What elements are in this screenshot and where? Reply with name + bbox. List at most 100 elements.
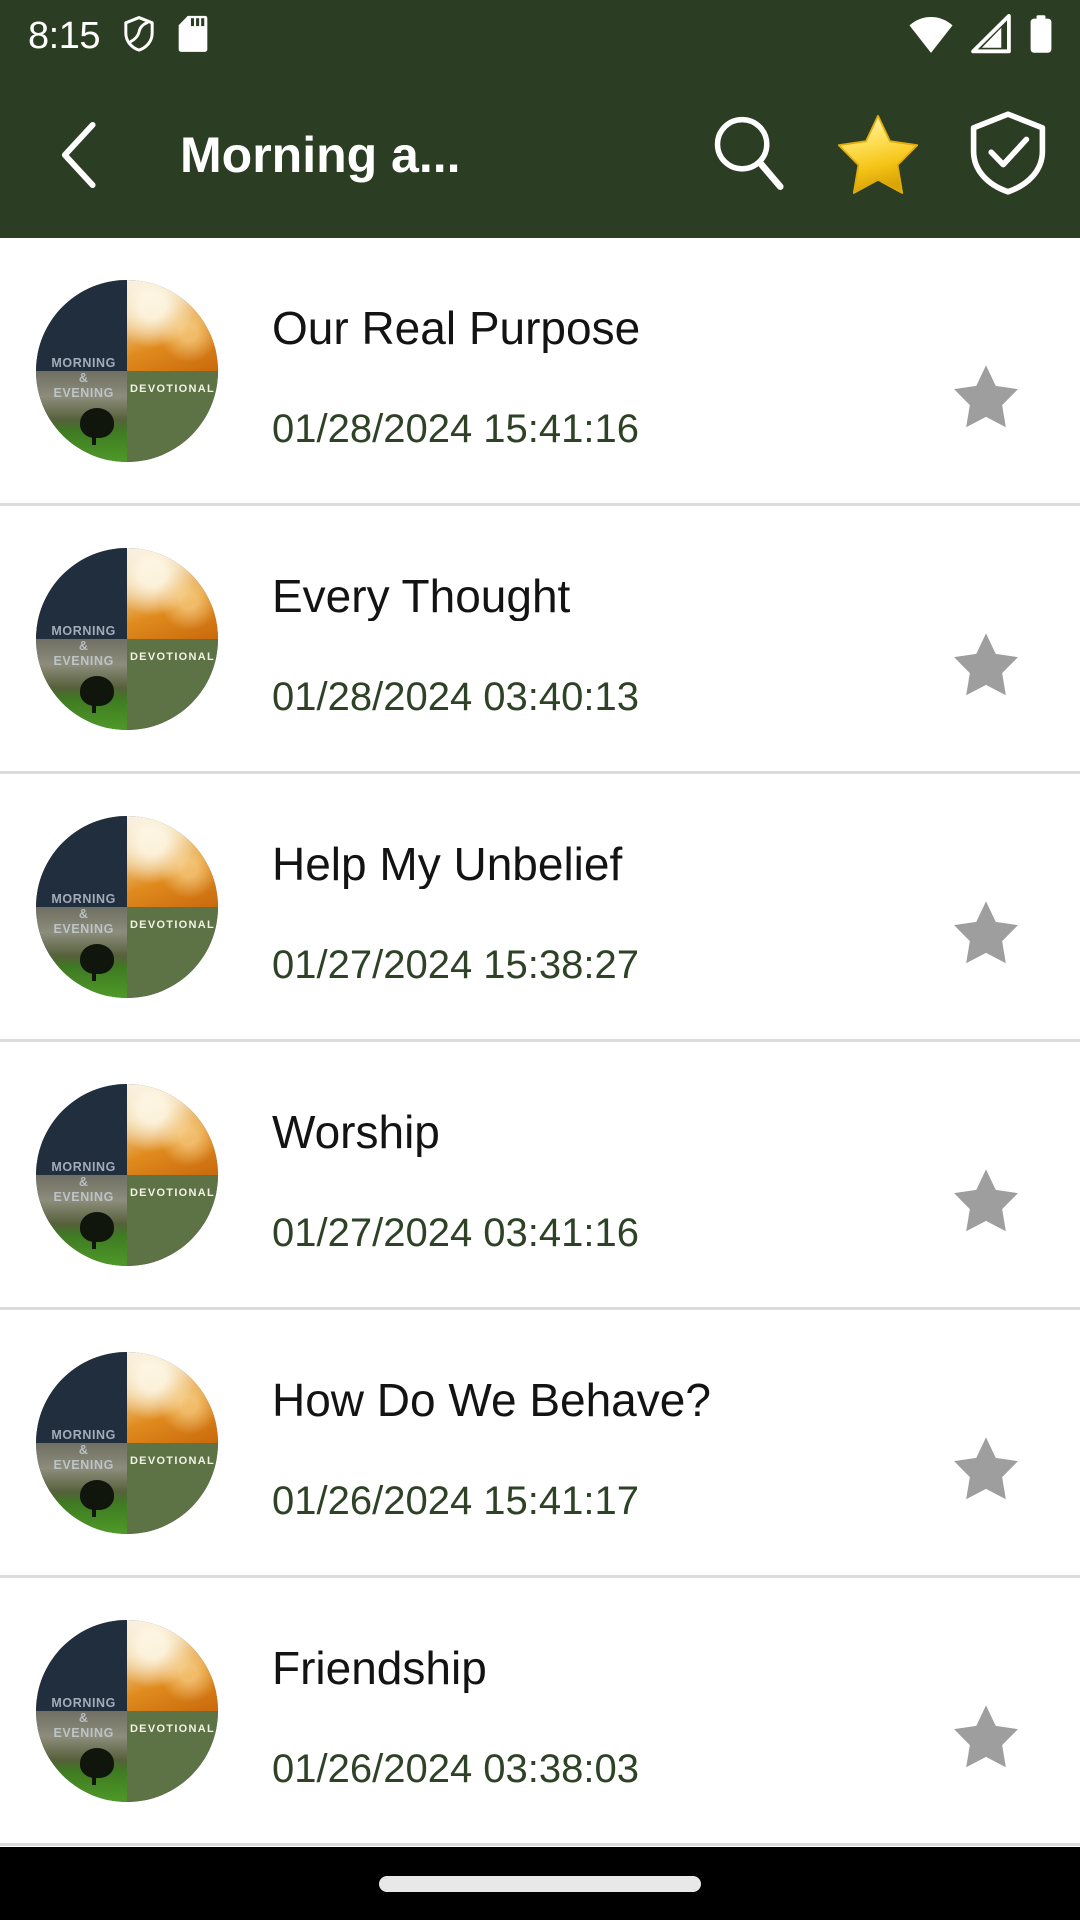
thumb-morning-evening-label: MORNING & EVENING xyxy=(40,624,127,670)
star-outline-icon xyxy=(949,358,1023,437)
thumb-line-evening: EVENING xyxy=(53,386,114,401)
thumb-line-amp: & xyxy=(78,639,89,654)
thumb-devotional-label: DEVOTIONAL xyxy=(129,1723,216,1736)
thumb-tree-trunk-icon xyxy=(91,1237,96,1250)
list-item-date: 01/26/2024 03:38:03 xyxy=(272,1747,640,1792)
list-item-title: Worship xyxy=(272,1106,440,1158)
thumb-line-amp: & xyxy=(78,1443,89,1458)
thumb-devotional-label: DEVOTIONAL xyxy=(129,1455,216,1468)
thumb-tree-trunk-icon xyxy=(91,701,96,714)
star-outline-icon xyxy=(949,1430,1023,1509)
favorites-button[interactable] xyxy=(830,107,926,203)
list-item-favorite-toggle[interactable] xyxy=(938,618,1034,714)
devotional-thumbnail: MORNING & EVENING DEVOTIONAL xyxy=(36,279,218,462)
status-bar-clock: 8:15 xyxy=(28,14,100,57)
devotional-thumbnail: MORNING & EVENING DEVOTIONAL xyxy=(36,547,218,730)
thumb-line-morning: MORNING xyxy=(51,623,116,638)
thumb-line-evening: EVENING xyxy=(53,654,114,669)
thumb-tree-icon xyxy=(79,675,114,706)
back-button[interactable] xyxy=(44,119,116,191)
vpn-shield-icon xyxy=(122,15,156,58)
list-item-favorite-toggle[interactable] xyxy=(938,1154,1034,1250)
status-bar-left: 8:15 xyxy=(28,15,208,58)
toolbar-actions xyxy=(700,107,1056,203)
thumb-line-amp: & xyxy=(78,371,89,386)
list-item[interactable]: MORNING & EVENING DEVOTIONAL Friendship … xyxy=(0,1578,1080,1846)
list-item-date: 01/28/2024 03:40:13 xyxy=(272,675,640,720)
search-button[interactable] xyxy=(700,107,796,203)
thumb-morning-evening-label: MORNING & EVENING xyxy=(40,356,127,402)
list-item[interactable]: MORNING & EVENING DEVOTIONAL Help My Unb… xyxy=(0,774,1080,1042)
thumb-morning-evening-label: MORNING & EVENING xyxy=(40,1696,127,1742)
list-item[interactable]: MORNING & EVENING DEVOTIONAL Every Thoug… xyxy=(0,506,1080,774)
devotional-thumbnail: MORNING & EVENING DEVOTIONAL xyxy=(36,1619,218,1802)
list-item-body: Our Real Purpose 01/28/2024 15:41:16 xyxy=(218,238,938,503)
list-item-body: Friendship 01/26/2024 03:38:03 xyxy=(218,1578,938,1843)
thumb-quadrant-wheat xyxy=(127,279,218,371)
thumb-tree-icon xyxy=(79,943,114,974)
list-item-title: Our Real Purpose xyxy=(272,302,641,354)
status-bar: 8:15 xyxy=(0,0,1080,72)
star-outline-icon xyxy=(949,894,1023,973)
page-title: Morning a... xyxy=(180,127,461,183)
devotional-list[interactable]: MORNING & EVENING DEVOTIONAL Our Real Pu… xyxy=(0,238,1080,1847)
thumb-line-evening: EVENING xyxy=(53,1726,114,1741)
verified-shield-button[interactable] xyxy=(960,107,1056,203)
thumb-line-morning: MORNING xyxy=(51,891,116,906)
favorite-star-icon xyxy=(834,109,922,202)
thumb-morning-evening-label: MORNING & EVENING xyxy=(40,1160,127,1206)
list-item-date: 01/27/2024 15:38:27 xyxy=(272,943,640,988)
thumb-line-morning: MORNING xyxy=(51,1159,116,1174)
thumb-line-amp: & xyxy=(78,907,89,922)
home-gesture-pill[interactable] xyxy=(379,1875,701,1892)
list-item-body: How Do We Behave? 01/26/2024 15:41:17 xyxy=(218,1310,938,1575)
list-item-date: 01/26/2024 15:41:17 xyxy=(272,1479,640,1524)
thumb-line-morning: MORNING xyxy=(51,355,116,370)
list-item-favorite-toggle[interactable] xyxy=(938,350,1034,446)
list-item-date: 01/27/2024 03:41:16 xyxy=(272,1211,640,1256)
sd-card-icon xyxy=(178,15,208,58)
thumb-line-evening: EVENING xyxy=(53,922,114,937)
list-item-title: Help My Unbelief xyxy=(272,838,623,890)
list-item-body: Every Thought 01/28/2024 03:40:13 xyxy=(218,506,938,771)
list-item-body: Worship 01/27/2024 03:41:16 xyxy=(218,1042,938,1307)
devotional-thumbnail: MORNING & EVENING DEVOTIONAL xyxy=(36,815,218,998)
status-bar-right xyxy=(908,13,1054,59)
list-item-date: 01/28/2024 15:41:16 xyxy=(272,407,640,452)
thumb-tree-trunk-icon xyxy=(91,1505,96,1518)
thumb-line-amp: & xyxy=(78,1175,89,1190)
list-item-title: Friendship xyxy=(272,1642,487,1694)
thumb-quadrant-wheat xyxy=(127,547,218,639)
wifi-icon xyxy=(908,14,954,59)
devotional-thumbnail: MORNING & EVENING DEVOTIONAL xyxy=(36,1351,218,1534)
thumb-devotional-label: DEVOTIONAL xyxy=(129,651,216,664)
devotional-thumbnail: MORNING & EVENING DEVOTIONAL xyxy=(36,1083,218,1266)
thumb-tree-icon xyxy=(79,1211,114,1242)
search-icon xyxy=(705,110,791,201)
list-item[interactable]: MORNING & EVENING DEVOTIONAL Worship 01/… xyxy=(0,1042,1080,1310)
star-outline-icon xyxy=(949,1162,1023,1241)
thumb-quadrant-wheat xyxy=(127,815,218,907)
list-item[interactable]: MORNING & EVENING DEVOTIONAL Our Real Pu… xyxy=(0,238,1080,506)
thumb-line-evening: EVENING xyxy=(53,1458,114,1473)
list-item-title: Every Thought xyxy=(272,570,571,622)
list-item-favorite-toggle[interactable] xyxy=(938,1422,1034,1518)
shield-check-icon xyxy=(962,107,1054,204)
thumb-tree-icon xyxy=(79,1747,114,1778)
list-item-favorite-toggle[interactable] xyxy=(938,1690,1034,1786)
list-item-body: Help My Unbelief 01/27/2024 15:38:27 xyxy=(218,774,938,1039)
thumb-line-evening: EVENING xyxy=(53,1190,114,1205)
thumb-line-morning: MORNING xyxy=(51,1427,116,1442)
list-item-favorite-toggle[interactable] xyxy=(938,886,1034,982)
thumb-tree-trunk-icon xyxy=(91,969,96,982)
list-item[interactable]: MORNING & EVENING DEVOTIONAL How Do We B… xyxy=(0,1310,1080,1578)
thumb-tree-icon xyxy=(79,1479,114,1510)
thumb-tree-trunk-icon xyxy=(91,433,96,446)
thumb-line-morning: MORNING xyxy=(51,1695,116,1710)
thumb-devotional-label: DEVOTIONAL xyxy=(129,383,216,396)
thumb-tree-icon xyxy=(79,407,114,438)
thumb-morning-evening-label: MORNING & EVENING xyxy=(40,892,127,938)
app-screen: 8:15 Morning a... MORNING & EVENING DEVO… xyxy=(0,0,1080,1920)
battery-icon xyxy=(1028,14,1054,59)
thumb-devotional-label: DEVOTIONAL xyxy=(129,1187,216,1200)
